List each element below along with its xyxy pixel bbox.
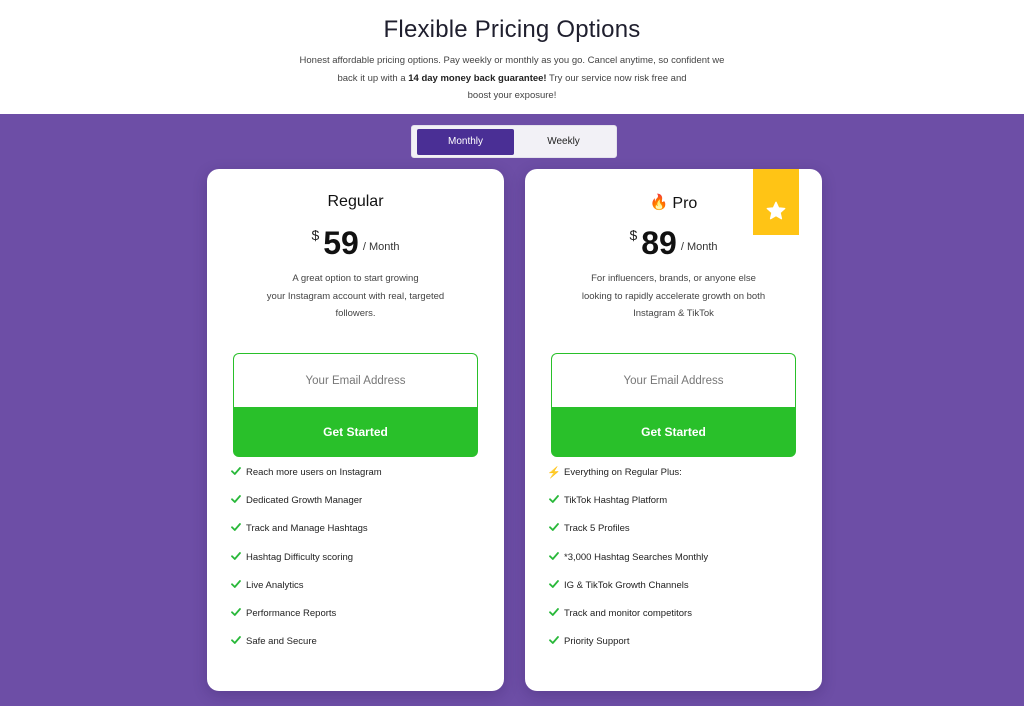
feature-header: ⚡ Everything on Regular Plus: — [547, 464, 708, 492]
plan-description: For influencers, brands, or anyone else … — [565, 270, 782, 323]
pro-plan-card: 🔥 Pro $89/ Month For influencers, brands,… — [525, 169, 822, 691]
description-line: looking to rapidly accelerate growth on … — [581, 290, 766, 302]
subtitle-line-1: Honest affordable pricing options. Pay w… — [299, 55, 725, 66]
feature-label: IG & TikTok Growth Channels — [564, 579, 689, 591]
description-line: followers. — [335, 308, 376, 319]
price-amount: 59 — [323, 225, 359, 261]
description-line: your Instagram account with real, target… — [266, 290, 445, 302]
plan-name: 🔥 Pro — [525, 193, 822, 213]
feature-item: Reach more users on Instagram — [231, 464, 382, 492]
feature-item: IG & TikTok Growth Channels — [549, 577, 708, 605]
subtitle-line-3: boost your exposure! — [467, 90, 557, 101]
feature-label: Performance Reports — [246, 607, 337, 619]
currency-symbol: $ — [311, 227, 320, 243]
check-icon — [549, 551, 559, 560]
feature-label: Everything on Regular Plus: — [564, 467, 682, 478]
pricing-section-background — [0, 114, 1024, 706]
fire-icon: 🔥 — [649, 194, 669, 211]
plan-price: $59/ Month — [207, 225, 504, 262]
subtitle-line-2-start: back it up with a — [337, 72, 409, 84]
feature-item: Track and Manage Hashtags — [231, 520, 382, 548]
plan-price: $89/ Month — [525, 225, 822, 262]
plan-name-label: Pro — [672, 195, 698, 212]
feature-label: Safe and Secure — [246, 636, 317, 648]
check-icon — [549, 608, 559, 616]
feature-label: *3,000 Hashtag Searches Monthly — [564, 551, 709, 563]
description-line: For influencers, brands, or anyone else — [591, 273, 756, 284]
feature-item: Performance Reports — [231, 605, 382, 633]
monthly-toggle-button[interactable]: Monthly — [417, 129, 514, 155]
feature-list: Reach more users on Instagram Dedicated … — [231, 464, 382, 661]
check-icon — [231, 579, 241, 588]
currency-symbol: $ — [629, 227, 638, 243]
check-icon — [231, 608, 241, 616]
check-icon — [231, 551, 241, 560]
feature-item: Live Analytics — [231, 577, 382, 605]
feature-item: Dedicated Growth Manager — [231, 492, 382, 520]
check-icon — [549, 495, 559, 504]
description-line: A great option to start growing — [292, 273, 419, 284]
feature-label: Reach more users on Instagram — [246, 467, 382, 478]
check-icon — [549, 579, 559, 588]
feature-label: Live Analytics — [246, 579, 304, 591]
feature-item: Safe and Secure — [231, 633, 382, 661]
email-input[interactable] — [551, 353, 796, 407]
price-period: / Month — [362, 241, 400, 253]
feature-list: ⚡ Everything on Regular Plus: TikTok Hash… — [547, 464, 708, 661]
feature-label: TikTok Hashtag Platform — [564, 495, 668, 507]
weekly-toggle-button[interactable]: Weekly — [515, 129, 612, 155]
check-icon — [231, 467, 241, 475]
price-period: / Month — [680, 241, 718, 253]
check-icon — [231, 636, 241, 645]
feature-item: TikTok Hashtag Platform — [549, 492, 708, 520]
plan-description: A great option to start growing your Ins… — [247, 270, 464, 323]
check-icon — [549, 636, 559, 645]
feature-label: Hashtag Difficulty scoring — [246, 551, 354, 563]
page-subtitle: Honest affordable pricing options. Pay w… — [280, 52, 744, 105]
feature-label: Track 5 Profiles — [564, 523, 630, 535]
check-icon — [231, 523, 241, 532]
feature-label: Dedicated Growth Manager — [246, 495, 363, 507]
feature-item: Track 5 Profiles — [549, 520, 708, 548]
guarantee-highlight: 14 day money back guarantee! — [408, 72, 547, 84]
feature-item: Hashtag Difficulty scoring — [231, 549, 382, 577]
price-amount: 89 — [641, 225, 677, 261]
email-input[interactable] — [233, 353, 478, 407]
feature-label: Track and Manage Hashtags — [246, 523, 368, 535]
regular-plan-card: Regular $59/ Month A great option to sta… — [207, 169, 504, 691]
page-header: Flexible Pricing Options Honest affordab… — [0, 0, 1024, 114]
get-started-button[interactable]: Get Started — [233, 407, 478, 457]
feature-item: *3,000 Hashtag Searches Monthly — [549, 549, 708, 577]
billing-period-toggle: Monthly Weekly — [411, 125, 617, 158]
feature-label: Priority Support — [564, 636, 630, 648]
page-title: Flexible Pricing Options — [383, 16, 641, 43]
lightning-icon: ⚡ — [547, 467, 561, 479]
feature-label: Track and monitor competitors — [564, 607, 692, 619]
feature-item: Track and monitor competitors — [549, 605, 708, 633]
get-started-button[interactable]: Get Started — [551, 407, 796, 457]
subtitle-line-2-end: Try our service now risk free and — [546, 72, 687, 84]
plan-name: Regular — [327, 193, 384, 210]
check-icon — [231, 495, 241, 504]
description-line: Instagram & TikTok — [633, 308, 714, 319]
check-icon — [549, 523, 559, 532]
feature-item: Priority Support — [549, 633, 708, 661]
